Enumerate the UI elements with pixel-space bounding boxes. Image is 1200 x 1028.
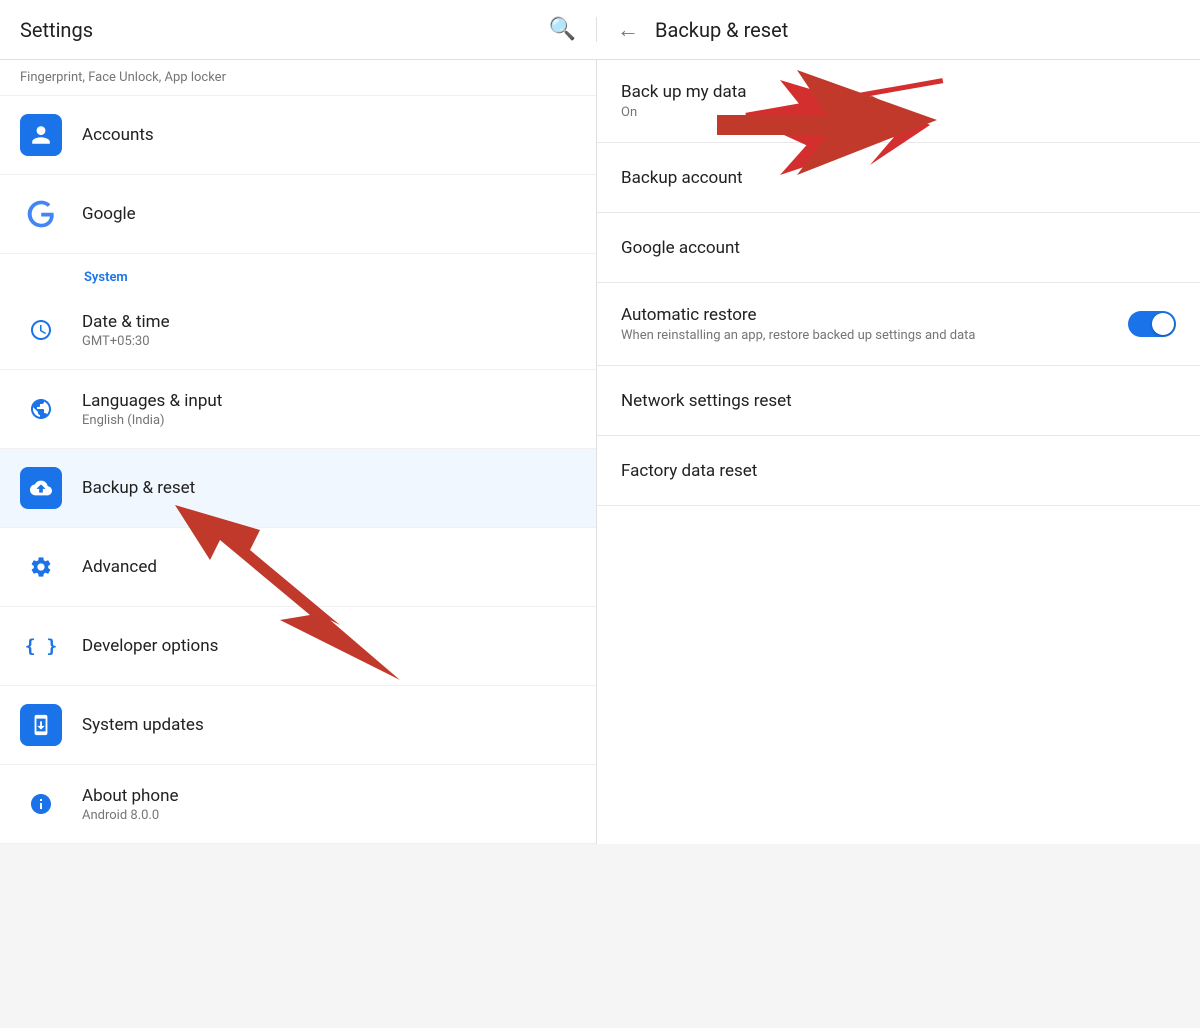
top-bar-left: Settings 🔍: [0, 17, 597, 42]
detail-item-back-up-data[interactable]: Back up my data On: [597, 60, 1200, 143]
sidebar-item-advanced[interactable]: Advanced: [0, 528, 596, 607]
developer-text: Developer options: [82, 636, 218, 656]
back-up-data-title: Back up my data: [621, 82, 747, 102]
accounts-icon: [20, 114, 62, 156]
google-account-title: Google account: [621, 238, 740, 258]
advanced-text: Advanced: [82, 557, 157, 577]
detail-panel: Back up my data On Backup account Google…: [597, 60, 1200, 844]
network-reset-title: Network settings reset: [621, 391, 792, 411]
automatic-restore-toggle[interactable]: [1128, 311, 1176, 337]
network-reset-text: Network settings reset: [621, 391, 792, 411]
sidebar: Fingerprint, Face Unlock, App locker Acc…: [0, 60, 597, 844]
system-updates-title: System updates: [82, 715, 204, 735]
back-up-data-sub: On: [621, 105, 747, 120]
gear-icon: [20, 546, 62, 588]
backup-account-text: Backup account: [621, 168, 743, 188]
info-icon: [20, 783, 62, 825]
clock-icon: [20, 309, 62, 351]
sidebar-item-system-updates[interactable]: System updates: [0, 686, 596, 765]
detail-item-backup-account[interactable]: Backup account: [597, 143, 1200, 213]
advanced-title: Advanced: [82, 557, 157, 577]
detail-item-network-reset[interactable]: Network settings reset: [597, 366, 1200, 436]
back-up-data-text: Back up my data On: [621, 82, 747, 120]
search-icon[interactable]: 🔍: [549, 17, 576, 42]
sidebar-item-developer[interactable]: { } Developer options: [0, 607, 596, 686]
sidebar-item-date-time[interactable]: Date & time GMT+05:30: [0, 291, 596, 370]
sidebar-item-google[interactable]: Google: [0, 175, 596, 254]
about-title: About phone: [82, 786, 179, 806]
back-button[interactable]: ←: [617, 17, 639, 43]
date-time-sub: GMT+05:30: [82, 334, 170, 349]
detail-item-automatic-restore[interactable]: Automatic restore When reinstalling an a…: [597, 283, 1200, 366]
system-section-label: System: [0, 254, 596, 291]
top-bar: Settings 🔍 ← Backup & reset: [0, 0, 1200, 60]
system-update-icon: [20, 704, 62, 746]
detail-panel-title: Backup & reset: [655, 18, 788, 42]
accounts-title: Accounts: [82, 125, 154, 145]
date-time-title: Date & time: [82, 312, 170, 332]
about-sub: Android 8.0.0: [82, 808, 179, 823]
automatic-restore-title: Automatic restore: [621, 305, 976, 325]
sidebar-item-backup-reset[interactable]: Backup & reset: [0, 449, 596, 528]
google-title: Google: [82, 204, 136, 224]
sidebar-item-languages[interactable]: Languages & input English (India): [0, 370, 596, 449]
top-bar-right: ← Backup & reset: [597, 17, 1200, 43]
developer-icon: { }: [20, 625, 62, 667]
languages-sub: English (India): [82, 413, 222, 428]
sidebar-item-accounts[interactable]: Accounts: [0, 96, 596, 175]
backup-icon: [20, 467, 62, 509]
settings-title: Settings: [20, 18, 93, 42]
main-content: Fingerprint, Face Unlock, App locker Acc…: [0, 60, 1200, 844]
languages-text: Languages & input English (India): [82, 391, 222, 428]
backup-account-title: Backup account: [621, 168, 743, 188]
detail-item-google-account[interactable]: Google account: [597, 213, 1200, 283]
factory-reset-text: Factory data reset: [621, 461, 757, 481]
google-text: Google: [82, 204, 136, 224]
sidebar-top-label: Fingerprint, Face Unlock, App locker: [0, 60, 596, 96]
automatic-restore-sub: When reinstalling an app, restore backed…: [621, 328, 976, 343]
about-text: About phone Android 8.0.0: [82, 786, 179, 823]
detail-item-factory-reset[interactable]: Factory data reset: [597, 436, 1200, 506]
google-icon: [20, 193, 62, 235]
developer-title: Developer options: [82, 636, 218, 656]
globe-icon: [20, 388, 62, 430]
system-updates-text: System updates: [82, 715, 204, 735]
date-time-text: Date & time GMT+05:30: [82, 312, 170, 349]
accounts-text: Accounts: [82, 125, 154, 145]
automatic-restore-text: Automatic restore When reinstalling an a…: [621, 305, 976, 343]
backup-reset-title: Backup & reset: [82, 478, 195, 498]
languages-title: Languages & input: [82, 391, 222, 411]
factory-reset-title: Factory data reset: [621, 461, 757, 481]
google-account-text: Google account: [621, 238, 740, 258]
backup-reset-text: Backup & reset: [82, 478, 195, 498]
sidebar-item-about[interactable]: About phone Android 8.0.0: [0, 765, 596, 844]
